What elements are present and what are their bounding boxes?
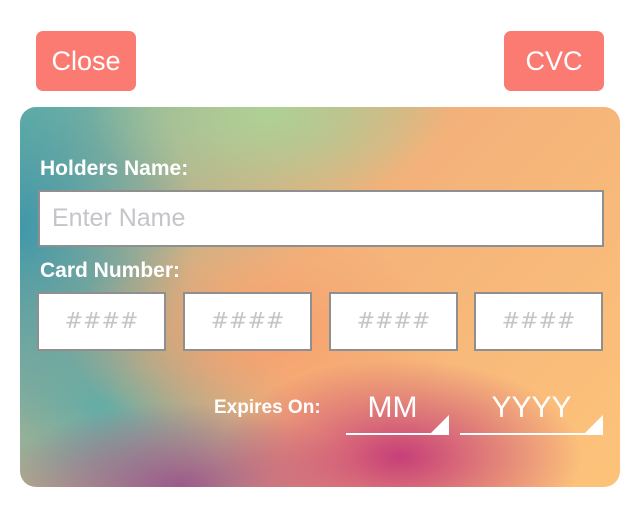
holders-name-label: Holders Name: (40, 157, 189, 180)
credit-card-screen: Close CVC Holders Name: Card Number: Exp… (0, 0, 640, 525)
expiry-year-value: YYYY (491, 391, 572, 424)
card-number-input-3[interactable] (329, 292, 458, 351)
expiry-year-select[interactable]: YYYY (460, 383, 603, 435)
expires-on-label: Expires On: (214, 397, 321, 418)
card-number-input-1[interactable] (37, 292, 166, 351)
cvc-button[interactable]: CVC (504, 31, 604, 91)
expiry-month-select[interactable]: MM (346, 383, 449, 435)
holders-name-input[interactable] (38, 190, 604, 247)
credit-card: Holders Name: Card Number: Expires On: M… (20, 107, 620, 487)
card-number-input-4[interactable] (474, 292, 603, 351)
dropdown-triangle-icon (431, 415, 449, 433)
close-button[interactable]: Close (36, 31, 136, 91)
card-number-label: Card Number: (40, 259, 181, 282)
card-number-input-2[interactable] (183, 292, 312, 351)
dropdown-triangle-icon (585, 415, 603, 433)
